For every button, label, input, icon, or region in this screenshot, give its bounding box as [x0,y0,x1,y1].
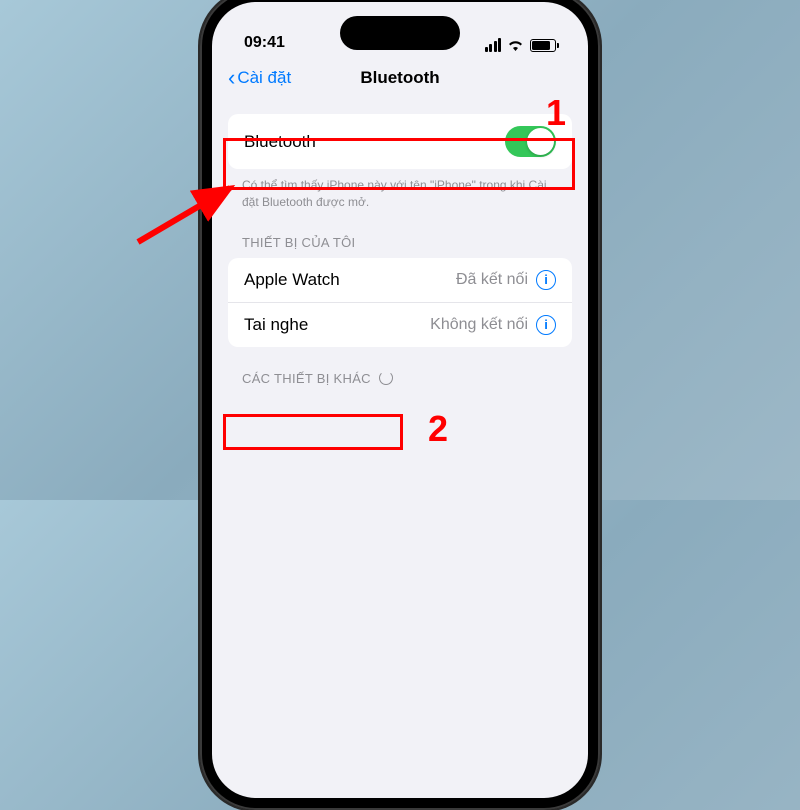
section-other-devices: CÁC THIẾT BỊ KHÁC [212,347,588,394]
phone-screen: 09:41 ‹ Cài đặt Bluetooth Bluetooth [212,2,588,798]
phone-frame: 09:41 ‹ Cài đặt Bluetooth Bluetooth [200,0,600,810]
nav-header: ‹ Cài đặt Bluetooth [212,58,588,98]
back-button[interactable]: ‹ Cài đặt [228,67,291,89]
bluetooth-toggle-on[interactable] [505,126,556,157]
info-icon[interactable]: i [536,270,556,290]
bluetooth-toggle-group: Bluetooth [228,114,572,169]
device-row[interactable]: Apple Watch Đã kết nối i [228,258,572,303]
device-status: Không kết nối [430,316,528,334]
status-icons [485,38,557,52]
cellular-signal-icon [485,38,502,52]
dynamic-island [340,16,460,50]
device-name: Apple Watch [244,270,340,290]
my-devices-group: Apple Watch Đã kết nối i Tai nghe Không … [228,258,572,347]
device-name: Tai nghe [244,315,308,335]
section-my-devices: THIẾT BỊ CỦA TÔI [212,211,588,258]
spinner-icon [379,371,393,385]
status-time: 09:41 [244,34,285,52]
other-devices-label: CÁC THIẾT BỊ KHÁC [242,371,371,386]
settings-content: Bluetooth Có thể tìm thấy iPhone này với… [212,98,588,394]
discoverable-footer: Có thể tìm thấy iPhone này với tên "iPho… [212,169,588,211]
chevron-left-icon: ‹ [228,67,235,89]
wifi-icon [507,39,524,51]
battery-icon [530,39,556,52]
bluetooth-label: Bluetooth [244,132,316,152]
info-icon[interactable]: i [536,315,556,335]
device-row[interactable]: Tai nghe Không kết nối i [228,303,572,347]
bluetooth-toggle-row[interactable]: Bluetooth [228,114,572,169]
back-label: Cài đặt [237,68,291,88]
device-status: Đã kết nối [456,271,528,289]
